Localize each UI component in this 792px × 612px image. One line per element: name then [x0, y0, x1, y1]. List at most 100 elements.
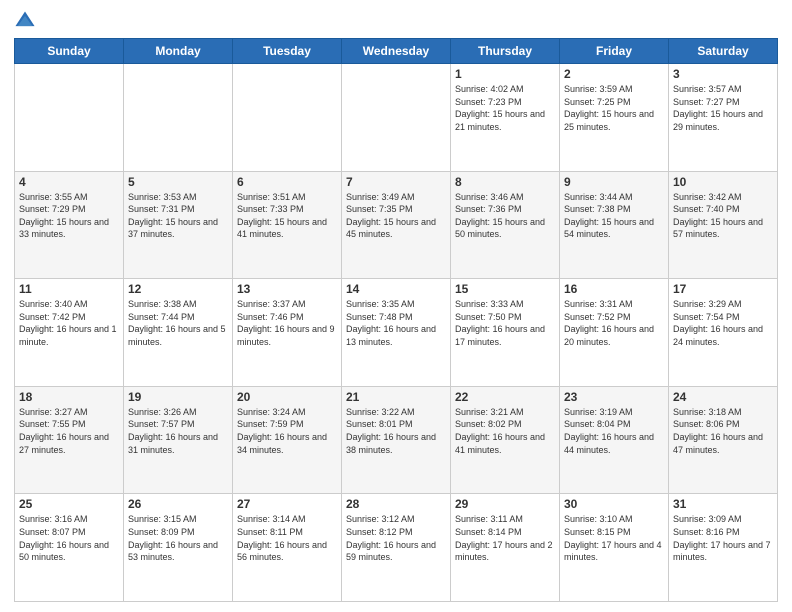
day-number: 21	[346, 390, 446, 404]
day-info: Sunrise: 3:14 AM Sunset: 8:11 PM Dayligh…	[237, 513, 337, 563]
calendar-cell: 23 Sunrise: 3:19 AM Sunset: 8:04 PM Dayli…	[560, 386, 669, 494]
day-info: Sunrise: 3:42 AM Sunset: 7:40 PM Dayligh…	[673, 191, 773, 241]
day-number: 18	[19, 390, 119, 404]
calendar-cell: 1 Sunrise: 4:02 AM Sunset: 7:23 PM Daylig…	[451, 64, 560, 172]
day-info: Sunrise: 3:27 AM Sunset: 7:55 PM Dayligh…	[19, 406, 119, 456]
calendar-cell: 17 Sunrise: 3:29 AM Sunset: 7:54 PM Dayli…	[669, 279, 778, 387]
day-number: 17	[673, 282, 773, 296]
day-number: 4	[19, 175, 119, 189]
day-info: Sunrise: 3:31 AM Sunset: 7:52 PM Dayligh…	[564, 298, 664, 348]
day-number: 6	[237, 175, 337, 189]
calendar-cell	[342, 64, 451, 172]
calendar-cell: 30 Sunrise: 3:10 AM Sunset: 8:15 PM Dayli…	[560, 494, 669, 602]
day-info: Sunrise: 3:49 AM Sunset: 7:35 PM Dayligh…	[346, 191, 446, 241]
day-number: 26	[128, 497, 228, 511]
day-number: 24	[673, 390, 773, 404]
calendar-cell: 16 Sunrise: 3:31 AM Sunset: 7:52 PM Dayli…	[560, 279, 669, 387]
day-number: 7	[346, 175, 446, 189]
day-number: 11	[19, 282, 119, 296]
calendar-day-header: Sunday	[15, 39, 124, 64]
day-info: Sunrise: 3:19 AM Sunset: 8:04 PM Dayligh…	[564, 406, 664, 456]
calendar-day-header: Friday	[560, 39, 669, 64]
calendar-week-row: 25 Sunrise: 3:16 AM Sunset: 8:07 PM Dayli…	[15, 494, 778, 602]
calendar-cell: 27 Sunrise: 3:14 AM Sunset: 8:11 PM Dayli…	[233, 494, 342, 602]
day-info: Sunrise: 3:44 AM Sunset: 7:38 PM Dayligh…	[564, 191, 664, 241]
calendar-cell: 25 Sunrise: 3:16 AM Sunset: 8:07 PM Dayli…	[15, 494, 124, 602]
calendar-cell: 19 Sunrise: 3:26 AM Sunset: 7:57 PM Dayli…	[124, 386, 233, 494]
day-number: 16	[564, 282, 664, 296]
calendar-header-row: SundayMondayTuesdayWednesdayThursdayFrid…	[15, 39, 778, 64]
day-info: Sunrise: 3:18 AM Sunset: 8:06 PM Dayligh…	[673, 406, 773, 456]
day-info: Sunrise: 3:16 AM Sunset: 8:07 PM Dayligh…	[19, 513, 119, 563]
day-number: 1	[455, 67, 555, 81]
day-number: 19	[128, 390, 228, 404]
day-info: Sunrise: 3:55 AM Sunset: 7:29 PM Dayligh…	[19, 191, 119, 241]
day-info: Sunrise: 3:51 AM Sunset: 7:33 PM Dayligh…	[237, 191, 337, 241]
calendar-day-header: Saturday	[669, 39, 778, 64]
calendar-cell: 9 Sunrise: 3:44 AM Sunset: 7:38 PM Daylig…	[560, 171, 669, 279]
calendar-cell: 7 Sunrise: 3:49 AM Sunset: 7:35 PM Daylig…	[342, 171, 451, 279]
day-info: Sunrise: 3:10 AM Sunset: 8:15 PM Dayligh…	[564, 513, 664, 563]
calendar-cell: 8 Sunrise: 3:46 AM Sunset: 7:36 PM Daylig…	[451, 171, 560, 279]
calendar-cell: 2 Sunrise: 3:59 AM Sunset: 7:25 PM Daylig…	[560, 64, 669, 172]
logo-icon	[14, 10, 36, 32]
day-info: Sunrise: 3:40 AM Sunset: 7:42 PM Dayligh…	[19, 298, 119, 348]
day-info: Sunrise: 3:11 AM Sunset: 8:14 PM Dayligh…	[455, 513, 555, 563]
day-info: Sunrise: 3:46 AM Sunset: 7:36 PM Dayligh…	[455, 191, 555, 241]
calendar-cell: 4 Sunrise: 3:55 AM Sunset: 7:29 PM Daylig…	[15, 171, 124, 279]
day-info: Sunrise: 3:21 AM Sunset: 8:02 PM Dayligh…	[455, 406, 555, 456]
day-number: 15	[455, 282, 555, 296]
calendar-cell: 20Sunrise: 3:24 AM Sunset: 7:59 PM Dayli…	[233, 386, 342, 494]
day-number: 9	[564, 175, 664, 189]
day-number: 8	[455, 175, 555, 189]
calendar-table: SundayMondayTuesdayWednesdayThursdayFrid…	[14, 38, 778, 602]
day-number: 2	[564, 67, 664, 81]
calendar-cell: 12 Sunrise: 3:38 AM Sunset: 7:44 PM Dayli…	[124, 279, 233, 387]
calendar-cell	[124, 64, 233, 172]
day-info: Sunrise: 3:12 AM Sunset: 8:12 PM Dayligh…	[346, 513, 446, 563]
day-info: Sunrise: 3:15 AM Sunset: 8:09 PM Dayligh…	[128, 513, 228, 563]
day-info: Sunrise: 3:33 AM Sunset: 7:50 PM Dayligh…	[455, 298, 555, 348]
calendar-cell: 28Sunrise: 3:12 AM Sunset: 8:12 PM Dayli…	[342, 494, 451, 602]
day-info: Sunrise: 3:22 AM Sunset: 8:01 PM Dayligh…	[346, 406, 446, 456]
day-number: 3	[673, 67, 773, 81]
calendar-cell: 29 Sunrise: 3:11 AM Sunset: 8:14 PM Dayli…	[451, 494, 560, 602]
day-info: Sunrise: 3:26 AM Sunset: 7:57 PM Dayligh…	[128, 406, 228, 456]
calendar-cell: 31Sunrise: 3:09 AM Sunset: 8:16 PM Dayli…	[669, 494, 778, 602]
day-number: 23	[564, 390, 664, 404]
calendar-cell: 21 Sunrise: 3:22 AM Sunset: 8:01 PM Dayli…	[342, 386, 451, 494]
calendar-cell: 14Sunrise: 3:35 AM Sunset: 7:48 PM Dayli…	[342, 279, 451, 387]
calendar-cell: 13Sunrise: 3:37 AM Sunset: 7:46 PM Dayli…	[233, 279, 342, 387]
calendar-cell	[15, 64, 124, 172]
day-info: Sunrise: 3:29 AM Sunset: 7:54 PM Dayligh…	[673, 298, 773, 348]
calendar-cell: 11 Sunrise: 3:40 AM Sunset: 7:42 PM Dayli…	[15, 279, 124, 387]
calendar-week-row: 4 Sunrise: 3:55 AM Sunset: 7:29 PM Daylig…	[15, 171, 778, 279]
calendar-day-header: Tuesday	[233, 39, 342, 64]
day-number: 31	[673, 497, 773, 511]
day-info: Sunrise: 3:57 AM Sunset: 7:27 PM Dayligh…	[673, 83, 773, 133]
day-number: 12	[128, 282, 228, 296]
day-number: 29	[455, 497, 555, 511]
calendar-cell: 26 Sunrise: 3:15 AM Sunset: 8:09 PM Dayli…	[124, 494, 233, 602]
calendar-cell: 18 Sunrise: 3:27 AM Sunset: 7:55 PM Dayli…	[15, 386, 124, 494]
day-info: Sunrise: 4:02 AM Sunset: 7:23 PM Dayligh…	[455, 83, 555, 133]
calendar-week-row: 11 Sunrise: 3:40 AM Sunset: 7:42 PM Dayli…	[15, 279, 778, 387]
calendar-cell: 10 Sunrise: 3:42 AM Sunset: 7:40 PM Dayli…	[669, 171, 778, 279]
calendar-cell: 15 Sunrise: 3:33 AM Sunset: 7:50 PM Dayli…	[451, 279, 560, 387]
day-number: 30	[564, 497, 664, 511]
day-number: 10	[673, 175, 773, 189]
day-info: Sunrise: 3:59 AM Sunset: 7:25 PM Dayligh…	[564, 83, 664, 133]
calendar-cell: 6 Sunrise: 3:51 AM Sunset: 7:33 PM Daylig…	[233, 171, 342, 279]
day-info: Sunrise: 3:53 AM Sunset: 7:31 PM Dayligh…	[128, 191, 228, 241]
page: SundayMondayTuesdayWednesdayThursdayFrid…	[0, 0, 792, 612]
day-number: 25	[19, 497, 119, 511]
header	[14, 10, 778, 32]
day-number: 27	[237, 497, 337, 511]
calendar-week-row: 18 Sunrise: 3:27 AM Sunset: 7:55 PM Dayli…	[15, 386, 778, 494]
logo	[14, 10, 40, 32]
calendar-day-header: Monday	[124, 39, 233, 64]
day-info: Sunrise: 3:38 AM Sunset: 7:44 PM Dayligh…	[128, 298, 228, 348]
day-number: 5	[128, 175, 228, 189]
day-number: 14	[346, 282, 446, 296]
calendar-cell: 5 Sunrise: 3:53 AM Sunset: 7:31 PM Daylig…	[124, 171, 233, 279]
